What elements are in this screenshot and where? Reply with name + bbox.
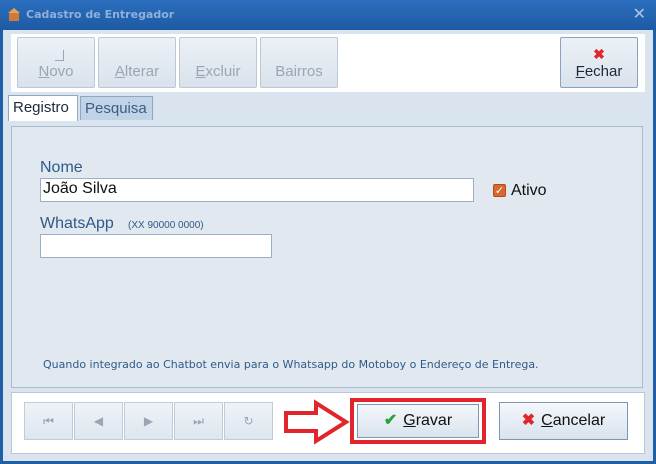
ativo-label[interactable]: Ativo bbox=[511, 182, 547, 200]
check-icon: ✔ bbox=[383, 412, 398, 429]
cancel-icon: ✖ bbox=[521, 412, 536, 429]
chatbot-note: Quando integrado ao Chatbot envia para o… bbox=[43, 358, 539, 371]
new-record-icon bbox=[55, 50, 64, 61]
whatsapp-label: WhatsApp bbox=[40, 215, 114, 232]
registro-panel: Nome João Silva ✓ Ativo WhatsApp (XX 900… bbox=[11, 126, 643, 388]
tab-pesquisa[interactable]: Pesquisa bbox=[80, 96, 153, 120]
nome-input[interactable]: João Silva bbox=[40, 178, 474, 202]
close-icon[interactable]: ✕ bbox=[633, 5, 646, 23]
client-area: Novo Alterar Excluir Bairros ✖ Fechar Re… bbox=[3, 30, 653, 461]
ativo-checkbox[interactable]: ✓ bbox=[493, 184, 506, 197]
whatsapp-hint: (XX 90000 0000) bbox=[128, 220, 204, 231]
next-record-icon[interactable]: ▶ bbox=[124, 402, 173, 440]
alterar-button[interactable]: Alterar bbox=[98, 37, 176, 88]
nome-label: Nome bbox=[40, 159, 83, 176]
window: Cadastro de Entregador ✕ Novo Alterar Ex… bbox=[0, 0, 656, 464]
prev-record-icon[interactable]: ◀ bbox=[74, 402, 123, 440]
fechar-button[interactable]: ✖ Fechar bbox=[560, 37, 638, 88]
app-icon bbox=[8, 8, 20, 21]
novo-button[interactable]: Novo bbox=[17, 37, 95, 88]
window-title: Cadastro de Entregador bbox=[26, 8, 175, 21]
excluir-button[interactable]: Excluir bbox=[179, 37, 257, 88]
close-icon: ✖ bbox=[593, 46, 605, 62]
toolbar: Novo Alterar Excluir Bairros ✖ Fechar bbox=[11, 34, 645, 92]
gravar-button[interactable]: ✔ Gravar bbox=[357, 404, 479, 438]
refresh-icon[interactable]: ↻ bbox=[224, 402, 273, 440]
tab-registro[interactable]: Registro bbox=[8, 95, 78, 121]
bairros-button[interactable]: Bairros bbox=[260, 37, 338, 88]
whatsapp-input[interactable] bbox=[40, 234, 272, 258]
first-record-icon[interactable]: ⏮ bbox=[24, 402, 73, 440]
bottom-bar: ⏮ ◀ ▶ ⏭ ↻ ✔ Gravar ✖ Cancelar bbox=[11, 392, 645, 454]
title-bar[interactable]: Cadastro de Entregador ✕ bbox=[0, 0, 656, 30]
cancelar-button[interactable]: ✖ Cancelar bbox=[499, 402, 628, 440]
arrow-right-icon bbox=[284, 399, 350, 445]
last-record-icon[interactable]: ⏭ bbox=[174, 402, 223, 440]
